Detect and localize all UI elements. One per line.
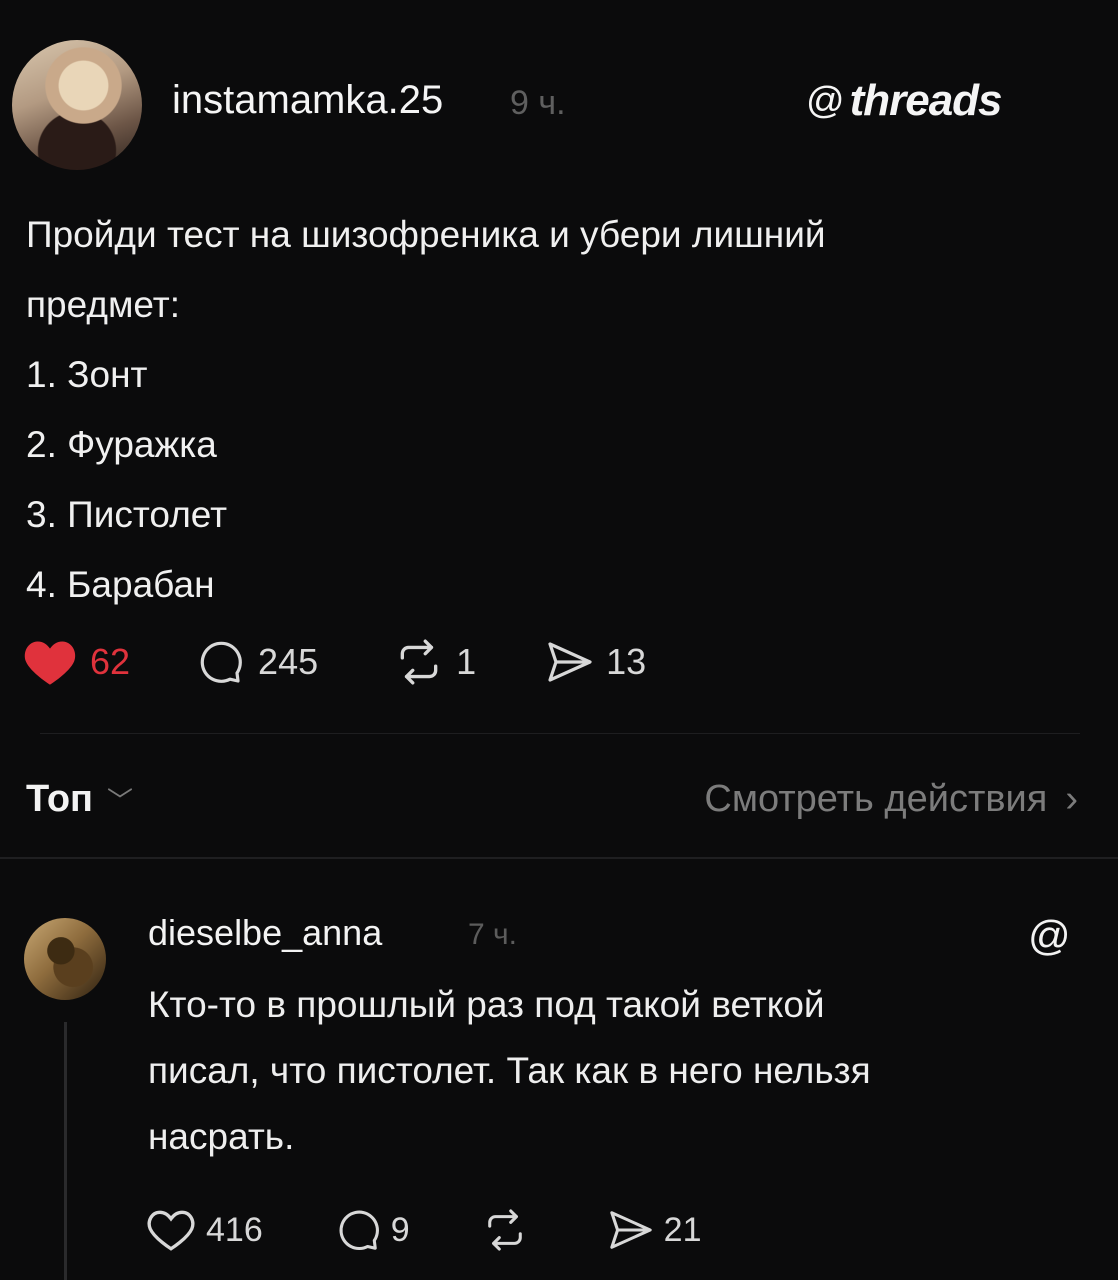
chevron-right-icon: › — [1065, 778, 1078, 820]
divider — [0, 857, 1118, 859]
sort-label: Топ — [26, 778, 93, 820]
reply-repost-button[interactable] — [482, 1209, 528, 1251]
post-line: 4. Барабан — [26, 564, 215, 605]
reply-comment-button[interactable]: 9 — [335, 1207, 410, 1253]
like-count: 62 — [90, 641, 131, 682]
reply-line: писал, что пистолет. Так как в него нель… — [148, 1050, 871, 1091]
reply-like-button[interactable]: 416 — [146, 1207, 263, 1253]
author-avatar[interactable] — [12, 40, 142, 170]
heart-filled-icon — [24, 641, 76, 685]
repost-button[interactable]: 1 — [394, 639, 476, 685]
share-count: 13 — [606, 641, 647, 682]
threads-brand: @ threads — [806, 76, 1003, 126]
share-button[interactable]: 13 — [546, 639, 646, 685]
divider — [40, 733, 1080, 734]
reply-text: Кто-то в прошлый раз под такой веткой пи… — [148, 972, 1088, 1170]
view-activity-link[interactable]: Смотреть действия › — [704, 778, 1078, 821]
author-username[interactable]: instamamka.25 — [172, 78, 443, 123]
repost-icon — [400, 639, 438, 685]
post-line: 2. Фуражка — [26, 424, 217, 465]
heart-outline-icon — [147, 1210, 195, 1251]
reply-time: 7 ч. — [468, 918, 517, 951]
reply-line: Кто-то в прошлый раз под такой веткой — [148, 984, 825, 1025]
reply-share-button[interactable]: 21 — [608, 1208, 702, 1252]
sort-dropdown[interactable]: Топ ﹀ — [26, 778, 133, 821]
reply-comment-count: 9 — [390, 1210, 410, 1249]
reply-author-username[interactable]: dieselbe_anna — [148, 912, 382, 954]
comment-count: 245 — [258, 641, 319, 682]
chevron-down-icon: ﹀ — [106, 786, 133, 816]
comment-button[interactable]: 245 — [196, 638, 318, 686]
reply-author-avatar[interactable] — [24, 918, 106, 1000]
post-line: 3. Пистолет — [26, 494, 228, 535]
threads-logo-icon: @ — [806, 79, 845, 122]
post-line: предмет: — [26, 284, 180, 325]
post-text: Пройди тест на шизофреника и убери лишни… — [26, 200, 1086, 620]
thread-line — [64, 1022, 67, 1280]
threads-wordmark: threads — [849, 76, 1003, 125]
reply-line: насрать. — [148, 1116, 295, 1157]
post-actions: 62 245 1 13 — [22, 636, 646, 688]
send-icon — [548, 642, 592, 682]
comment-icon — [339, 1210, 379, 1250]
reply-actions: 416 9 21 — [146, 1204, 701, 1256]
reply-like-count: 416 — [206, 1210, 263, 1249]
post-time: 9 ч. — [510, 84, 566, 122]
post-line: Пройди тест на шизофреника и убери лишни… — [26, 214, 826, 255]
repost-count: 1 — [456, 641, 477, 682]
post-line: 1. Зонт — [26, 354, 148, 395]
reply-share-count: 21 — [663, 1210, 702, 1249]
view-activity-label: Смотреть действия — [704, 778, 1048, 820]
send-icon — [609, 1211, 652, 1249]
repost-icon — [487, 1209, 522, 1251]
comment-icon — [200, 641, 242, 683]
threads-logo-icon: @ — [1028, 912, 1071, 959]
like-button[interactable]: 62 — [22, 637, 130, 687]
